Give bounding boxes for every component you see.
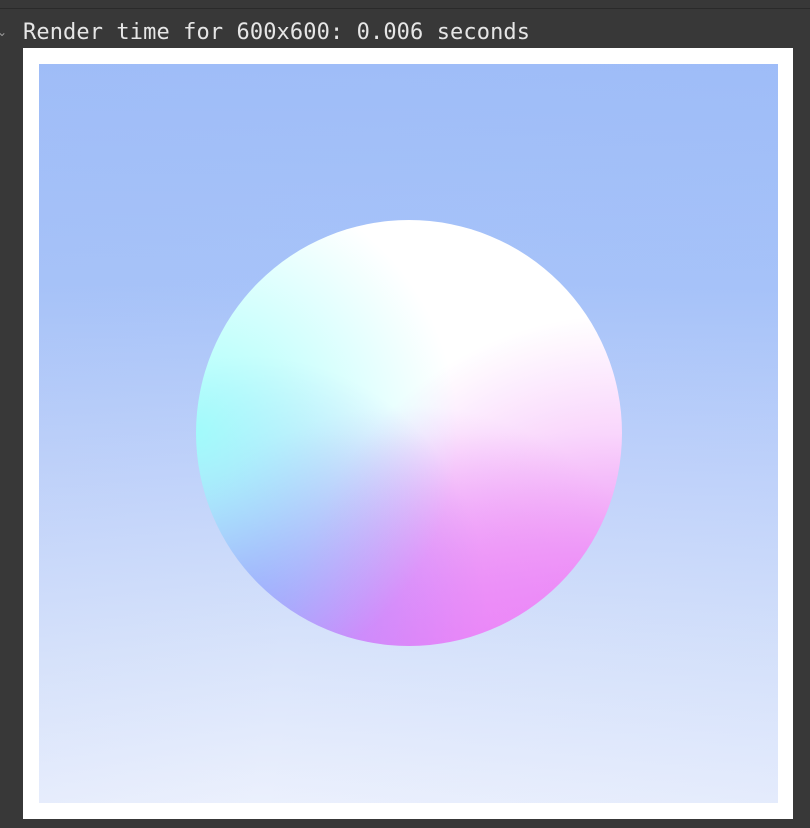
rendered-image <box>39 64 778 803</box>
shaded-sphere <box>196 220 622 646</box>
output-collapse-icon[interactable]: ⌄ <box>0 20 7 44</box>
render-time-output: Render time for 600x600: 0.006 seconds <box>23 20 531 45</box>
cell-divider <box>0 8 810 9</box>
rendered-image-frame <box>23 48 793 819</box>
